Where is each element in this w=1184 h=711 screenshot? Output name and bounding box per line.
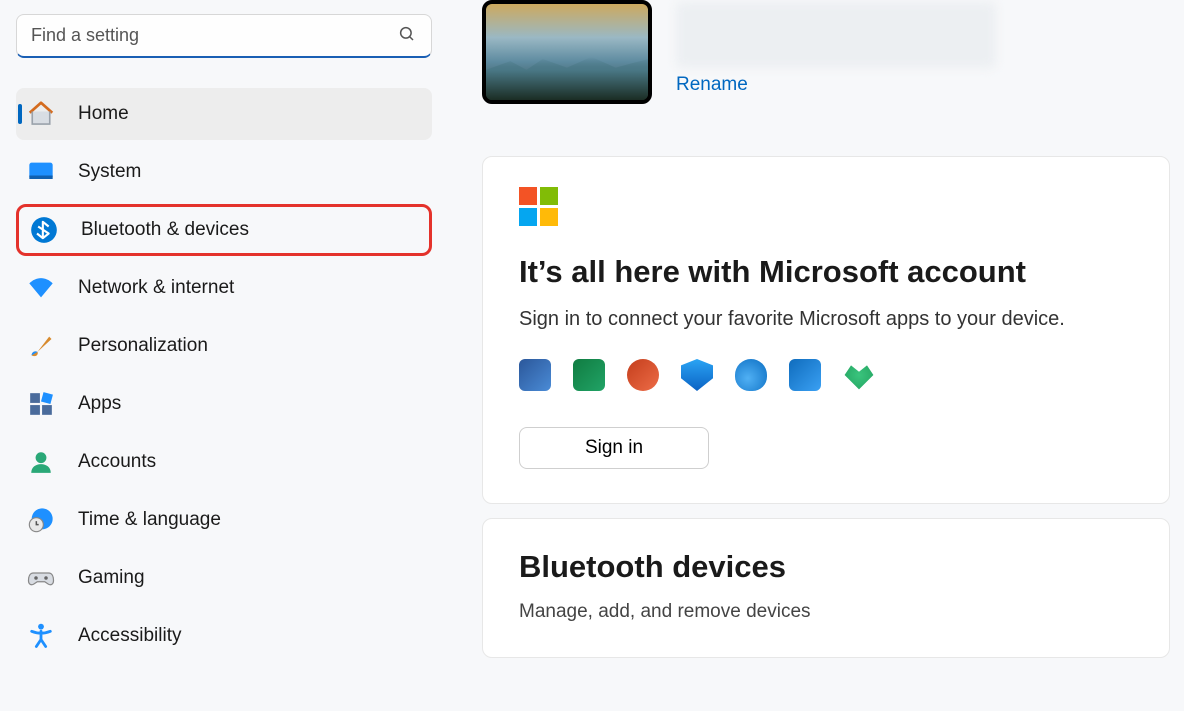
ms-card-subtitle: Sign in to connect your favorite Microso… [519,308,1133,331]
powerpoint-icon [627,359,659,391]
sign-in-button[interactable]: Sign in [519,427,709,469]
sidebar-item-network[interactable]: Network & internet [16,262,432,314]
apps-icon [26,389,56,419]
sidebar-item-time[interactable]: Time & language [16,494,432,546]
sidebar-item-home[interactable]: Home [16,88,432,140]
globe-clock-icon [26,505,56,535]
microsoft-account-card: It’s all here with Microsoft account Sig… [482,156,1170,504]
sidebar-item-label: Accessibility [78,625,181,647]
system-icon [26,157,56,187]
person-icon [26,447,56,477]
ms-card-title: It’s all here with Microsoft account [519,254,1133,290]
rename-link[interactable]: Rename [676,74,748,95]
device-wallpaper-thumb[interactable] [482,0,652,104]
sidebar-item-gaming[interactable]: Gaming [16,552,432,604]
paintbrush-icon [26,331,56,361]
accessibility-icon [26,621,56,651]
gamepad-icon [26,563,56,593]
device-name-blurred [676,2,996,68]
sidebar-item-apps[interactable]: Apps [16,378,432,430]
sidebar-item-label: Apps [78,393,121,415]
sidebar-item-accounts[interactable]: Accounts [16,436,432,488]
family-icon [843,359,875,391]
microsoft-logo-icon [519,187,1133,226]
sidebar-item-system[interactable]: System [16,146,432,198]
excel-icon [573,359,605,391]
sidebar-item-label: Home [78,103,129,125]
bluetooth-icon [29,215,59,245]
main-content: Rename It’s all here with Microsoft acco… [448,0,1184,711]
outlook-icon [789,359,821,391]
sidebar-item-label: Network & internet [78,277,234,299]
sidebar-item-accessibility[interactable]: Accessibility [16,610,432,662]
sidebar-item-personalization[interactable]: Personalization [16,320,432,372]
wifi-icon [26,273,56,303]
onedrive-icon [735,359,767,391]
device-header: Rename [482,0,1170,104]
nav: Home System Bluetooth & devices Network … [16,88,432,662]
sidebar-item-label: Gaming [78,567,145,589]
sidebar-item-label: Bluetooth & devices [81,219,249,241]
defender-icon [681,359,713,391]
sidebar-item-label: System [78,161,141,183]
word-icon [519,359,551,391]
sidebar: Home System Bluetooth & devices Network … [0,0,448,711]
sidebar-item-label: Personalization [78,335,208,357]
bt-card-subtitle: Manage, add, and remove devices [519,601,1133,623]
sidebar-item-bluetooth[interactable]: Bluetooth & devices [16,204,432,256]
search-input[interactable] [16,14,432,58]
bt-card-title: Bluetooth devices [519,549,1133,585]
home-icon [26,99,56,129]
bluetooth-devices-card[interactable]: Bluetooth devices Manage, add, and remov… [482,518,1170,658]
sidebar-item-label: Time & language [78,509,221,531]
search-wrap [16,14,432,58]
sidebar-item-label: Accounts [78,451,156,473]
ms-app-icons [519,359,1133,391]
